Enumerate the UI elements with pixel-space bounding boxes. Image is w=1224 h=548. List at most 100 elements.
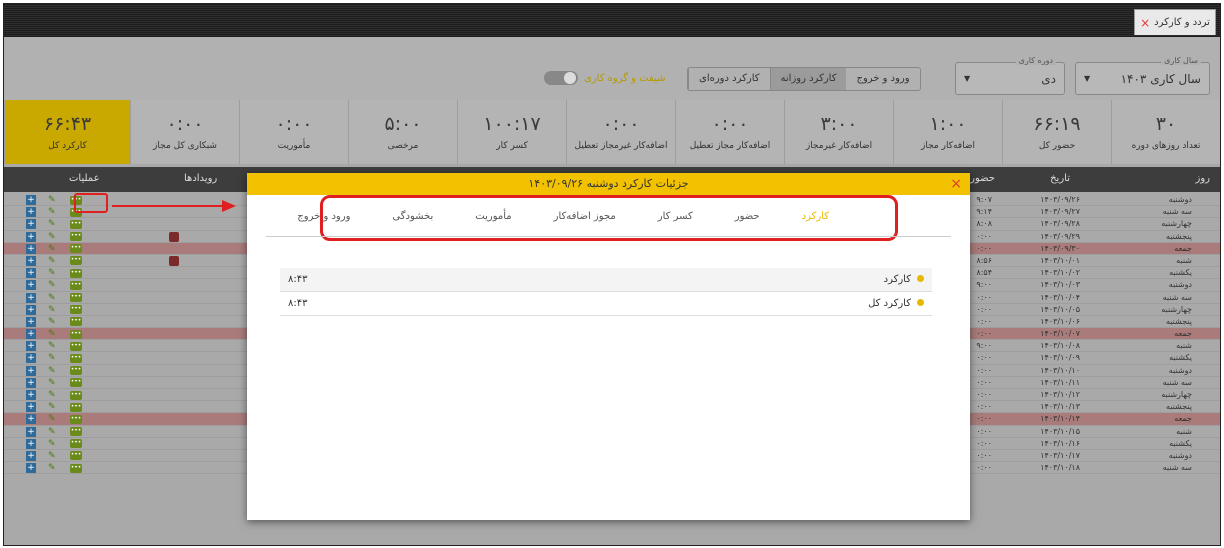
more-icon[interactable]: •••: [70, 341, 82, 351]
edit-icon[interactable]: ✎: [48, 232, 58, 242]
stat-unallowed-overtime: ۳:۰۰ اضافه‌کار غیرمجاز: [784, 100, 893, 164]
cell-date: ۱۴۰۳/۰۹/۲۶: [1040, 195, 1080, 204]
add-icon[interactable]: +: [26, 353, 36, 364]
edit-icon[interactable]: ✎: [48, 207, 58, 217]
more-icon[interactable]: •••: [70, 366, 82, 376]
add-icon[interactable]: +: [26, 365, 36, 376]
chevron-down-icon: ▼: [1084, 74, 1091, 83]
close-icon[interactable]: ×: [950, 173, 962, 195]
edit-icon[interactable]: ✎: [48, 427, 58, 437]
stat-label: تعداد روزهای دوره: [1131, 141, 1201, 151]
edit-icon[interactable]: ✎: [48, 244, 58, 254]
edit-icon[interactable]: ✎: [48, 390, 58, 400]
row-ops: + ✎ •••: [26, 304, 82, 316]
more-icon[interactable]: •••: [70, 244, 82, 254]
more-icon[interactable]: •••: [70, 414, 82, 424]
more-icon[interactable]: •••: [70, 305, 82, 315]
more-icon[interactable]: •••: [70, 451, 82, 461]
more-icon[interactable]: •••: [70, 353, 82, 363]
more-icon[interactable]: •••: [70, 280, 82, 290]
more-icon[interactable]: •••: [70, 317, 82, 327]
item-value: ۸:۴۳: [288, 298, 308, 309]
annotation-arrow-head: [222, 200, 236, 212]
segment-entry-exit[interactable]: ورود و خروج: [846, 68, 919, 90]
add-icon[interactable]: +: [26, 243, 36, 254]
more-icon[interactable]: •••: [70, 439, 82, 449]
more-icon[interactable]: •••: [70, 256, 82, 266]
edit-icon[interactable]: ✎: [48, 329, 58, 339]
edit-icon[interactable]: ✎: [48, 353, 58, 363]
more-icon[interactable]: •••: [70, 268, 82, 278]
add-icon[interactable]: +: [26, 450, 36, 461]
add-icon[interactable]: +: [26, 426, 36, 437]
row-ops: + ✎ •••: [26, 377, 82, 389]
more-icon[interactable]: •••: [70, 427, 82, 437]
edit-icon[interactable]: ✎: [48, 451, 58, 461]
more-icon[interactable]: •••: [70, 378, 82, 388]
stat-label: کسر کار: [496, 141, 528, 151]
edit-icon[interactable]: ✎: [48, 439, 58, 449]
edit-icon[interactable]: ✎: [48, 402, 58, 412]
tab-attendance[interactable]: تردد و کارکرد ×: [1134, 9, 1216, 35]
more-icon[interactable]: •••: [70, 402, 82, 412]
edit-icon[interactable]: ✎: [48, 366, 58, 376]
cell-presence: ۰:۰۰: [976, 426, 992, 436]
add-icon[interactable]: +: [26, 255, 36, 266]
more-icon[interactable]: •••: [70, 463, 82, 473]
cell-day: چهارشنبه: [1161, 304, 1192, 314]
segment-periodic[interactable]: کارکرد دوره‌ای: [688, 68, 770, 90]
edit-icon[interactable]: ✎: [48, 463, 58, 473]
period-label: دوره کاری: [1015, 56, 1056, 65]
add-icon[interactable]: +: [26, 231, 36, 242]
close-icon[interactable]: ×: [1140, 16, 1150, 30]
add-icon[interactable]: +: [26, 341, 36, 352]
edit-icon[interactable]: ✎: [48, 317, 58, 327]
cell-day: جمعه: [1174, 329, 1192, 339]
cell-date: ۱۴۰۳/۱۰/۰۲: [1040, 268, 1080, 278]
shift-toggle[interactable]: شیفت و گروه کاری: [544, 71, 665, 85]
edit-icon[interactable]: ✎: [48, 280, 58, 290]
toggle-switch[interactable]: [544, 71, 578, 85]
cell-day: سه شنبه: [1162, 292, 1192, 302]
cell-presence: ۰:۰۰: [976, 329, 992, 339]
cell-presence: ۰:۰۰: [976, 353, 992, 363]
more-icon[interactable]: •••: [70, 219, 82, 229]
edit-icon[interactable]: ✎: [48, 219, 58, 229]
add-icon[interactable]: +: [26, 438, 36, 449]
edit-icon[interactable]: ✎: [48, 414, 58, 424]
segment-daily[interactable]: کارکرد روزانه: [769, 68, 847, 90]
edit-icon[interactable]: ✎: [48, 256, 58, 266]
add-icon[interactable]: +: [26, 195, 36, 205]
add-icon[interactable]: +: [26, 268, 36, 279]
add-icon[interactable]: +: [26, 414, 36, 425]
row-ops: + ✎ •••: [26, 389, 82, 401]
stat-holiday-allowed-overtime: ۰:۰۰ اضافه‌کار مجاز تعطیل: [675, 100, 784, 164]
stat-label: حضور کل: [1038, 141, 1076, 151]
stat-mission: ۰:۰۰ مأموریت: [239, 100, 348, 164]
row-ops: + ✎ •••: [26, 340, 82, 352]
edit-icon[interactable]: ✎: [48, 378, 58, 388]
add-icon[interactable]: +: [26, 292, 36, 303]
more-icon[interactable]: •••: [70, 232, 82, 242]
year-select[interactable]: سال کاری سال کاری ۱۴۰۳ ▼: [1075, 56, 1210, 95]
more-icon[interactable]: •••: [70, 390, 82, 400]
add-icon[interactable]: +: [26, 402, 36, 413]
edit-icon[interactable]: ✎: [48, 341, 58, 351]
add-icon[interactable]: +: [26, 219, 36, 230]
add-icon[interactable]: +: [26, 377, 36, 388]
edit-icon[interactable]: ✎: [48, 293, 58, 303]
add-icon[interactable]: +: [26, 207, 36, 218]
edit-icon[interactable]: ✎: [48, 195, 58, 205]
add-icon[interactable]: +: [26, 316, 36, 327]
more-icon[interactable]: •••: [70, 329, 82, 339]
more-icon[interactable]: •••: [70, 293, 82, 302]
add-icon[interactable]: +: [26, 304, 36, 315]
stat-night-work: ۰:۰۰ شبکاری کل مجاز: [130, 100, 239, 164]
add-icon[interactable]: +: [26, 463, 36, 474]
add-icon[interactable]: +: [26, 280, 36, 291]
add-icon[interactable]: +: [26, 390, 36, 400]
edit-icon[interactable]: ✎: [48, 305, 58, 315]
edit-icon[interactable]: ✎: [48, 268, 58, 278]
add-icon[interactable]: +: [26, 329, 36, 340]
period-select[interactable]: دوره کاری دی ▼: [955, 56, 1065, 95]
